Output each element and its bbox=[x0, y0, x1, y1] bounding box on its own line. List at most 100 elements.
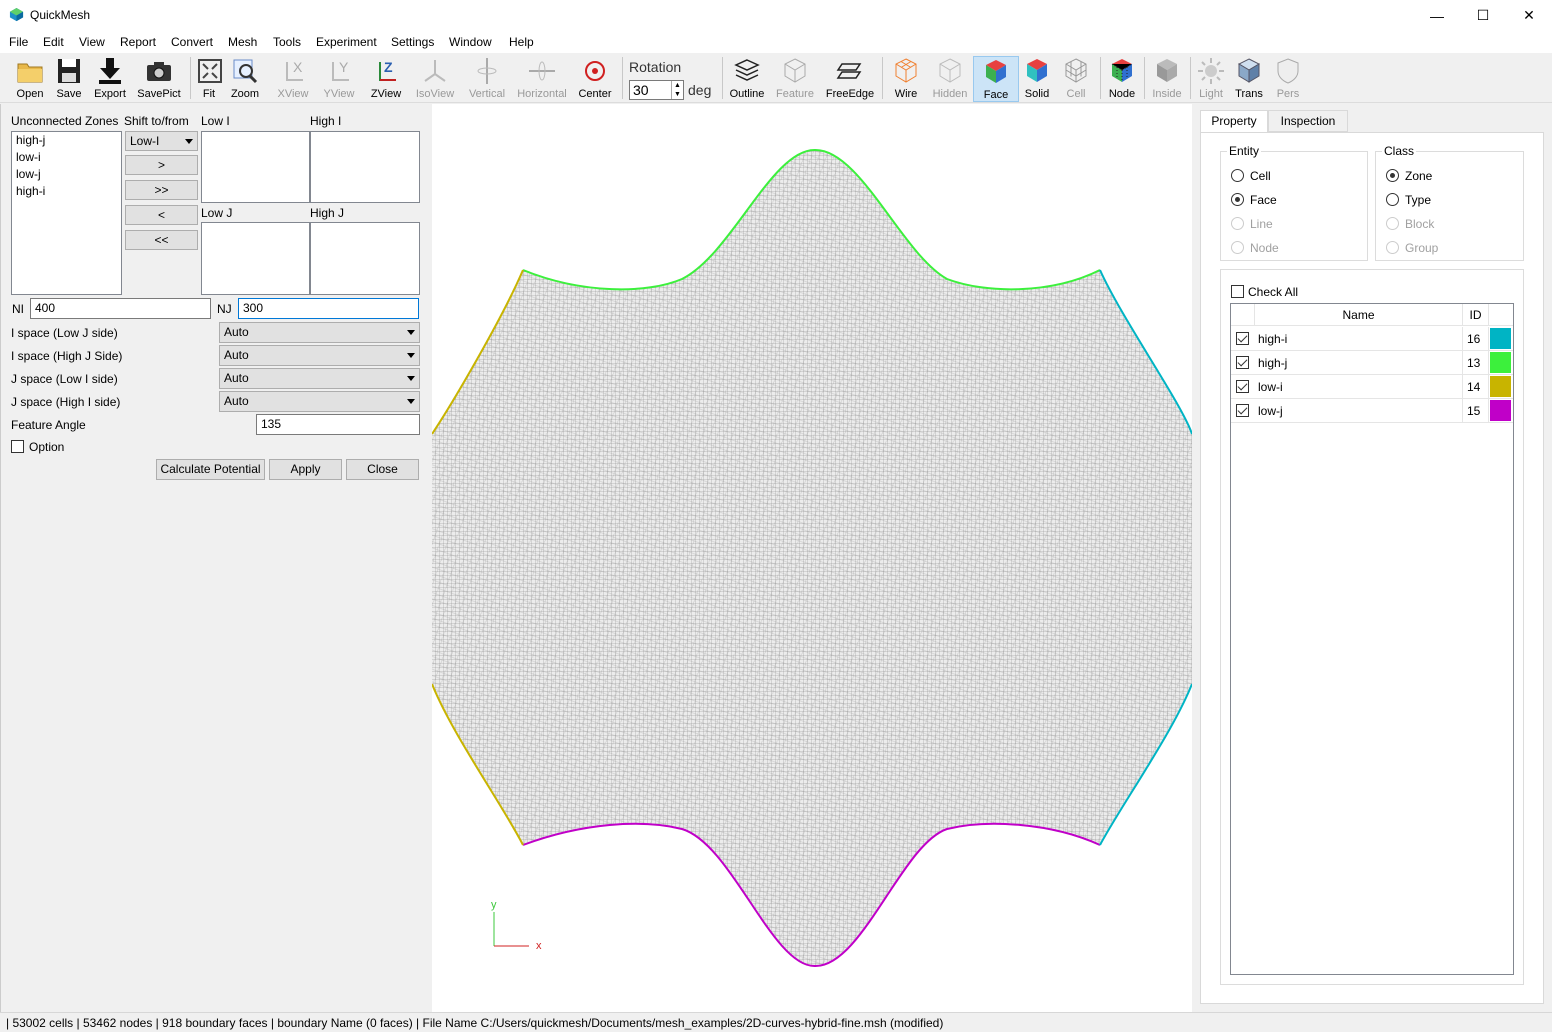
row-id: 15 bbox=[1463, 399, 1489, 423]
xview-button[interactable]: X XView bbox=[276, 56, 310, 102]
menu-mesh[interactable]: Mesh bbox=[228, 35, 257, 49]
maximize-button[interactable]: ☐ bbox=[1460, 0, 1506, 31]
feature-button[interactable]: Feature bbox=[774, 56, 816, 102]
class-block-radio[interactable] bbox=[1386, 217, 1399, 230]
j-space-high-i-combo[interactable]: Auto bbox=[219, 391, 420, 412]
row-checkbox[interactable] bbox=[1236, 332, 1249, 345]
header-name[interactable]: Name bbox=[1255, 304, 1463, 326]
high-i-list[interactable] bbox=[310, 131, 420, 203]
download-icon bbox=[99, 58, 121, 84]
high-j-list[interactable] bbox=[310, 222, 420, 295]
vertical-button[interactable]: Vertical bbox=[466, 56, 508, 102]
zoom-button[interactable]: Zoom bbox=[229, 56, 261, 102]
entity-node-label: Node bbox=[1250, 241, 1279, 255]
menu-convert[interactable]: Convert bbox=[171, 35, 213, 49]
save-button[interactable]: Save bbox=[52, 56, 86, 102]
tab-property[interactable]: Property bbox=[1200, 110, 1268, 133]
entity-line-radio[interactable] bbox=[1231, 217, 1244, 230]
row-checkbox[interactable] bbox=[1236, 356, 1249, 369]
row-checkbox[interactable] bbox=[1236, 380, 1249, 393]
face-button[interactable]: Face bbox=[973, 56, 1019, 102]
entity-group: Entity Cell Face Line Node bbox=[1220, 144, 1368, 261]
feature-angle-input[interactable]: 135 bbox=[256, 414, 420, 435]
menu-view[interactable]: View bbox=[79, 35, 105, 49]
hidden-button[interactable]: Hidden bbox=[930, 56, 970, 102]
zone-color-swatch[interactable] bbox=[1490, 376, 1511, 397]
savepict-button[interactable]: SavePict bbox=[136, 56, 182, 102]
list-item[interactable]: high-i bbox=[12, 183, 121, 200]
table-row[interactable]: high-j 13 bbox=[1231, 351, 1513, 375]
shift-target-combo[interactable]: Low-I bbox=[125, 131, 198, 151]
open-button[interactable]: Open bbox=[12, 56, 48, 102]
pers-button[interactable]: Pers bbox=[1272, 56, 1304, 102]
zone-color-swatch[interactable] bbox=[1490, 400, 1511, 421]
menu-file[interactable]: File bbox=[9, 35, 28, 49]
freeedge-button[interactable]: FreeEdge bbox=[824, 56, 876, 102]
class-zone-radio[interactable] bbox=[1386, 169, 1399, 182]
option-checkbox[interactable] bbox=[11, 440, 24, 453]
close-button[interactable]: Close bbox=[346, 459, 419, 480]
light-button[interactable]: Light bbox=[1196, 56, 1226, 102]
rotation-spinbox[interactable]: 30 ▲ ▼ bbox=[629, 80, 684, 100]
isoview-button[interactable]: IsoView bbox=[414, 56, 456, 102]
wire-button[interactable]: Wire bbox=[888, 56, 924, 102]
tab-inspection[interactable]: Inspection bbox=[1268, 110, 1348, 132]
trans-button[interactable]: Trans bbox=[1232, 56, 1266, 102]
zone-color-swatch[interactable] bbox=[1490, 328, 1511, 349]
move-all-right-button[interactable]: >> bbox=[125, 180, 198, 200]
move-left-button[interactable]: < bbox=[125, 205, 198, 225]
zone-color-swatch[interactable] bbox=[1490, 352, 1511, 373]
center-button[interactable]: Center bbox=[576, 56, 614, 102]
solid-button[interactable]: Solid bbox=[1022, 56, 1052, 102]
zview-button[interactable]: Z ZView bbox=[368, 56, 404, 102]
menu-window[interactable]: Window bbox=[449, 35, 492, 49]
minimize-button[interactable]: — bbox=[1414, 0, 1460, 31]
menu-settings[interactable]: Settings bbox=[391, 35, 434, 49]
low-j-list[interactable] bbox=[201, 222, 310, 295]
class-group-radio[interactable] bbox=[1386, 241, 1399, 254]
spin-arrows-icon[interactable]: ▲ ▼ bbox=[671, 81, 683, 99]
menu-experiment[interactable]: Experiment bbox=[316, 35, 377, 49]
toolbar: Open Save Export SavePict Fit Zoom X XVi… bbox=[0, 53, 1552, 103]
entity-cell-radio[interactable] bbox=[1231, 169, 1244, 182]
unconnected-zones-list[interactable]: high-j low-i low-j high-i bbox=[11, 131, 122, 295]
entity-node-radio[interactable] bbox=[1231, 241, 1244, 254]
header-id[interactable]: ID bbox=[1463, 304, 1489, 326]
low-i-list[interactable] bbox=[201, 131, 310, 203]
fit-button[interactable]: Fit bbox=[196, 56, 222, 102]
mesh-viewport[interactable]: y x bbox=[431, 104, 1193, 1012]
table-row[interactable]: low-i 14 bbox=[1231, 375, 1513, 399]
menu-edit[interactable]: Edit bbox=[43, 35, 64, 49]
menu-tools[interactable]: Tools bbox=[273, 35, 301, 49]
i-space-low-j-combo[interactable]: Auto bbox=[219, 322, 420, 343]
close-window-button[interactable]: ✕ bbox=[1506, 0, 1552, 31]
apply-button[interactable]: Apply bbox=[269, 459, 342, 480]
class-type-radio[interactable] bbox=[1386, 193, 1399, 206]
row-checkbox[interactable] bbox=[1236, 404, 1249, 417]
check-all-checkbox[interactable] bbox=[1231, 285, 1244, 298]
entity-face-radio[interactable] bbox=[1231, 193, 1244, 206]
move-all-left-button[interactable]: << bbox=[125, 230, 198, 250]
nj-input[interactable]: 300 bbox=[238, 298, 419, 319]
cell-button[interactable]: Cell bbox=[1060, 56, 1092, 102]
i-space-high-j-combo[interactable]: Auto bbox=[219, 345, 420, 366]
node-button[interactable]: Node bbox=[1106, 56, 1138, 102]
move-right-button[interactable]: > bbox=[125, 155, 198, 175]
list-item[interactable]: low-i bbox=[12, 149, 121, 166]
calculate-potential-button[interactable]: Calculate Potential bbox=[156, 459, 265, 480]
list-item[interactable]: high-j bbox=[12, 132, 121, 149]
table-row[interactable]: low-j 15 bbox=[1231, 399, 1513, 423]
export-button[interactable]: Export bbox=[92, 56, 128, 102]
outline-button[interactable]: Outline bbox=[728, 56, 766, 102]
j-space-low-i-combo[interactable]: Auto bbox=[219, 368, 420, 389]
entity-cell-label: Cell bbox=[1250, 169, 1271, 183]
menu-help[interactable]: Help bbox=[509, 35, 534, 49]
menu-report[interactable]: Report bbox=[120, 35, 156, 49]
ni-input[interactable]: 400 bbox=[30, 298, 211, 319]
yview-button[interactable]: Y YView bbox=[322, 56, 356, 102]
mesh-canvas[interactable]: y x bbox=[431, 104, 1193, 1012]
horizontal-button[interactable]: Horizontal bbox=[516, 56, 568, 102]
inside-button[interactable]: Inside bbox=[1150, 56, 1184, 102]
table-row[interactable]: high-i 16 bbox=[1231, 327, 1513, 351]
list-item[interactable]: low-j bbox=[12, 166, 121, 183]
